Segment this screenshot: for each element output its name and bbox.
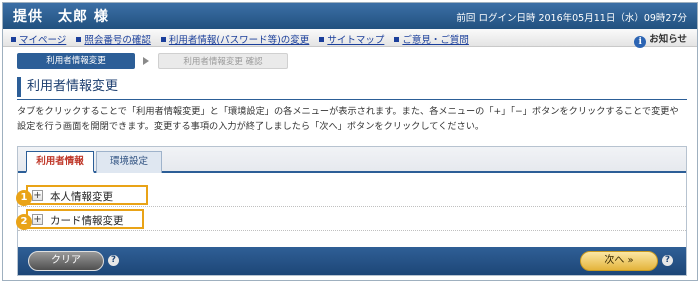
settings-panel: 利用者情報 環境設定 1 + 本人情報変更 2 + カード情報変更 クリア ? …	[16, 146, 687, 276]
nav-mypage[interactable]: マイページ	[11, 35, 66, 46]
number-badge: 2	[16, 214, 32, 230]
list-item: 2 + カード情報変更	[16, 207, 686, 231]
plus-icon[interactable]: +	[32, 214, 43, 225]
card-info-change-toggle[interactable]: 2 + カード情報変更	[16, 209, 144, 230]
panel-footer: クリア ? 次へ » ?	[18, 247, 686, 275]
user-name: 提供 太郎 様	[13, 9, 109, 25]
step-current: 利用者情報変更	[17, 53, 135, 69]
page-title: 利用者情報変更	[17, 77, 118, 97]
help-icon[interactable]: ?	[108, 255, 119, 266]
page-description: タブをクリックすることで「利用者情報変更」と「環境設定」の各メニューが表示されま…	[17, 106, 679, 132]
nav-sitemap[interactable]: サイトマップ	[319, 35, 384, 46]
personal-info-change-toggle[interactable]: 1 + 本人情報変更	[16, 185, 148, 206]
help-icon[interactable]: ?	[662, 255, 673, 266]
nav-feedback[interactable]: ご意見・ご質問	[394, 35, 469, 46]
item-label: 本人情報変更	[50, 191, 113, 203]
last-login-info: 前回 ログイン日時 2016年05月11日（水）09時27分	[456, 13, 687, 24]
list-item: 1 + 本人情報変更	[16, 183, 686, 207]
tab-environment[interactable]: 環境設定	[96, 151, 162, 173]
info-icon: i	[634, 36, 647, 48]
number-badge: 1	[16, 190, 32, 206]
title-divider	[17, 99, 687, 100]
next-button[interactable]: 次へ »	[580, 251, 658, 271]
notice-link[interactable]: i お知らせ	[634, 31, 687, 48]
global-nav: マイページ 照会番号の確認 利用者情報(パスワード等)の変更 サイトマップ ご意…	[3, 29, 697, 48]
step-arrow-icon	[143, 57, 149, 65]
tab-bar: 利用者情報 環境設定	[18, 147, 686, 173]
header-bar: 提供 太郎 様 前回 ログイン日時 2016年05月11日（水）09時27分	[3, 3, 697, 29]
nav-user-info-change[interactable]: 利用者情報(パスワード等)の変更	[160, 35, 309, 46]
clear-button[interactable]: クリア	[28, 251, 104, 271]
nav-reference-number[interactable]: 照会番号の確認	[76, 35, 151, 46]
tab-user-info[interactable]: 利用者情報	[26, 151, 94, 173]
plus-icon[interactable]: +	[32, 190, 43, 201]
step-confirm: 利用者情報変更 確認	[158, 53, 288, 69]
item-label: カード情報変更	[50, 215, 124, 227]
page-frame: 提供 太郎 様 前回 ログイン日時 2016年05月11日（水）09時27分 マ…	[2, 2, 698, 281]
